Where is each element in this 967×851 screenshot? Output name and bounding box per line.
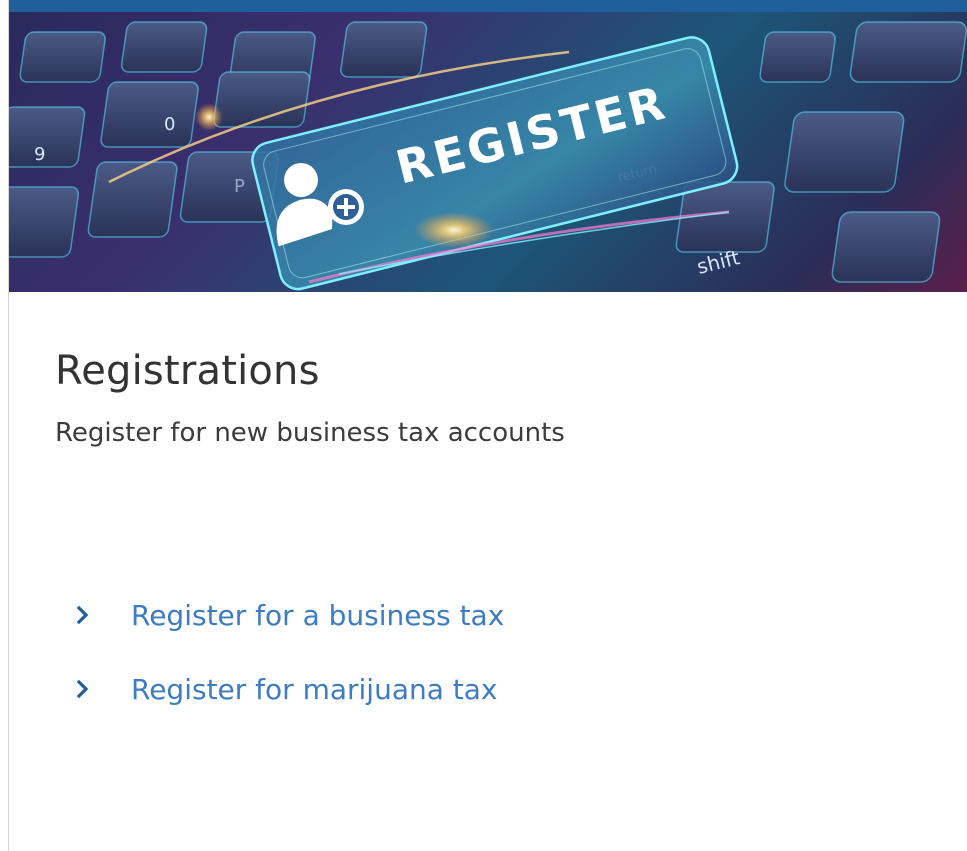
chevron-right-icon — [76, 679, 89, 699]
registrations-card: 9 0 P return shift — [8, 0, 967, 851]
register-banner-image: 9 0 P return shift — [9, 12, 967, 292]
card-top-accent-bar — [9, 0, 967, 12]
card-title: Registrations — [55, 348, 320, 394]
link-register-marijuana-tax-label[interactable]: Register for marijuana tax — [131, 673, 498, 706]
key-label-0: 0 — [164, 114, 175, 135]
chevron-right-icon — [76, 605, 89, 625]
card-subtitle: Register for new business tax accounts — [55, 418, 565, 448]
link-register-marijuana-tax[interactable]: Register for marijuana tax — [55, 670, 504, 708]
registration-links: Register for a business tax Register for… — [55, 596, 504, 744]
link-register-business-tax[interactable]: Register for a business tax — [55, 596, 504, 634]
link-register-business-tax-label[interactable]: Register for a business tax — [131, 599, 504, 632]
key-label-p: P — [234, 176, 245, 197]
card-body: Registrations Register for new business … — [55, 292, 947, 706]
key-label-9: 9 — [34, 144, 45, 165]
keyboard-illustration: 9 0 P return shift — [9, 21, 967, 291]
